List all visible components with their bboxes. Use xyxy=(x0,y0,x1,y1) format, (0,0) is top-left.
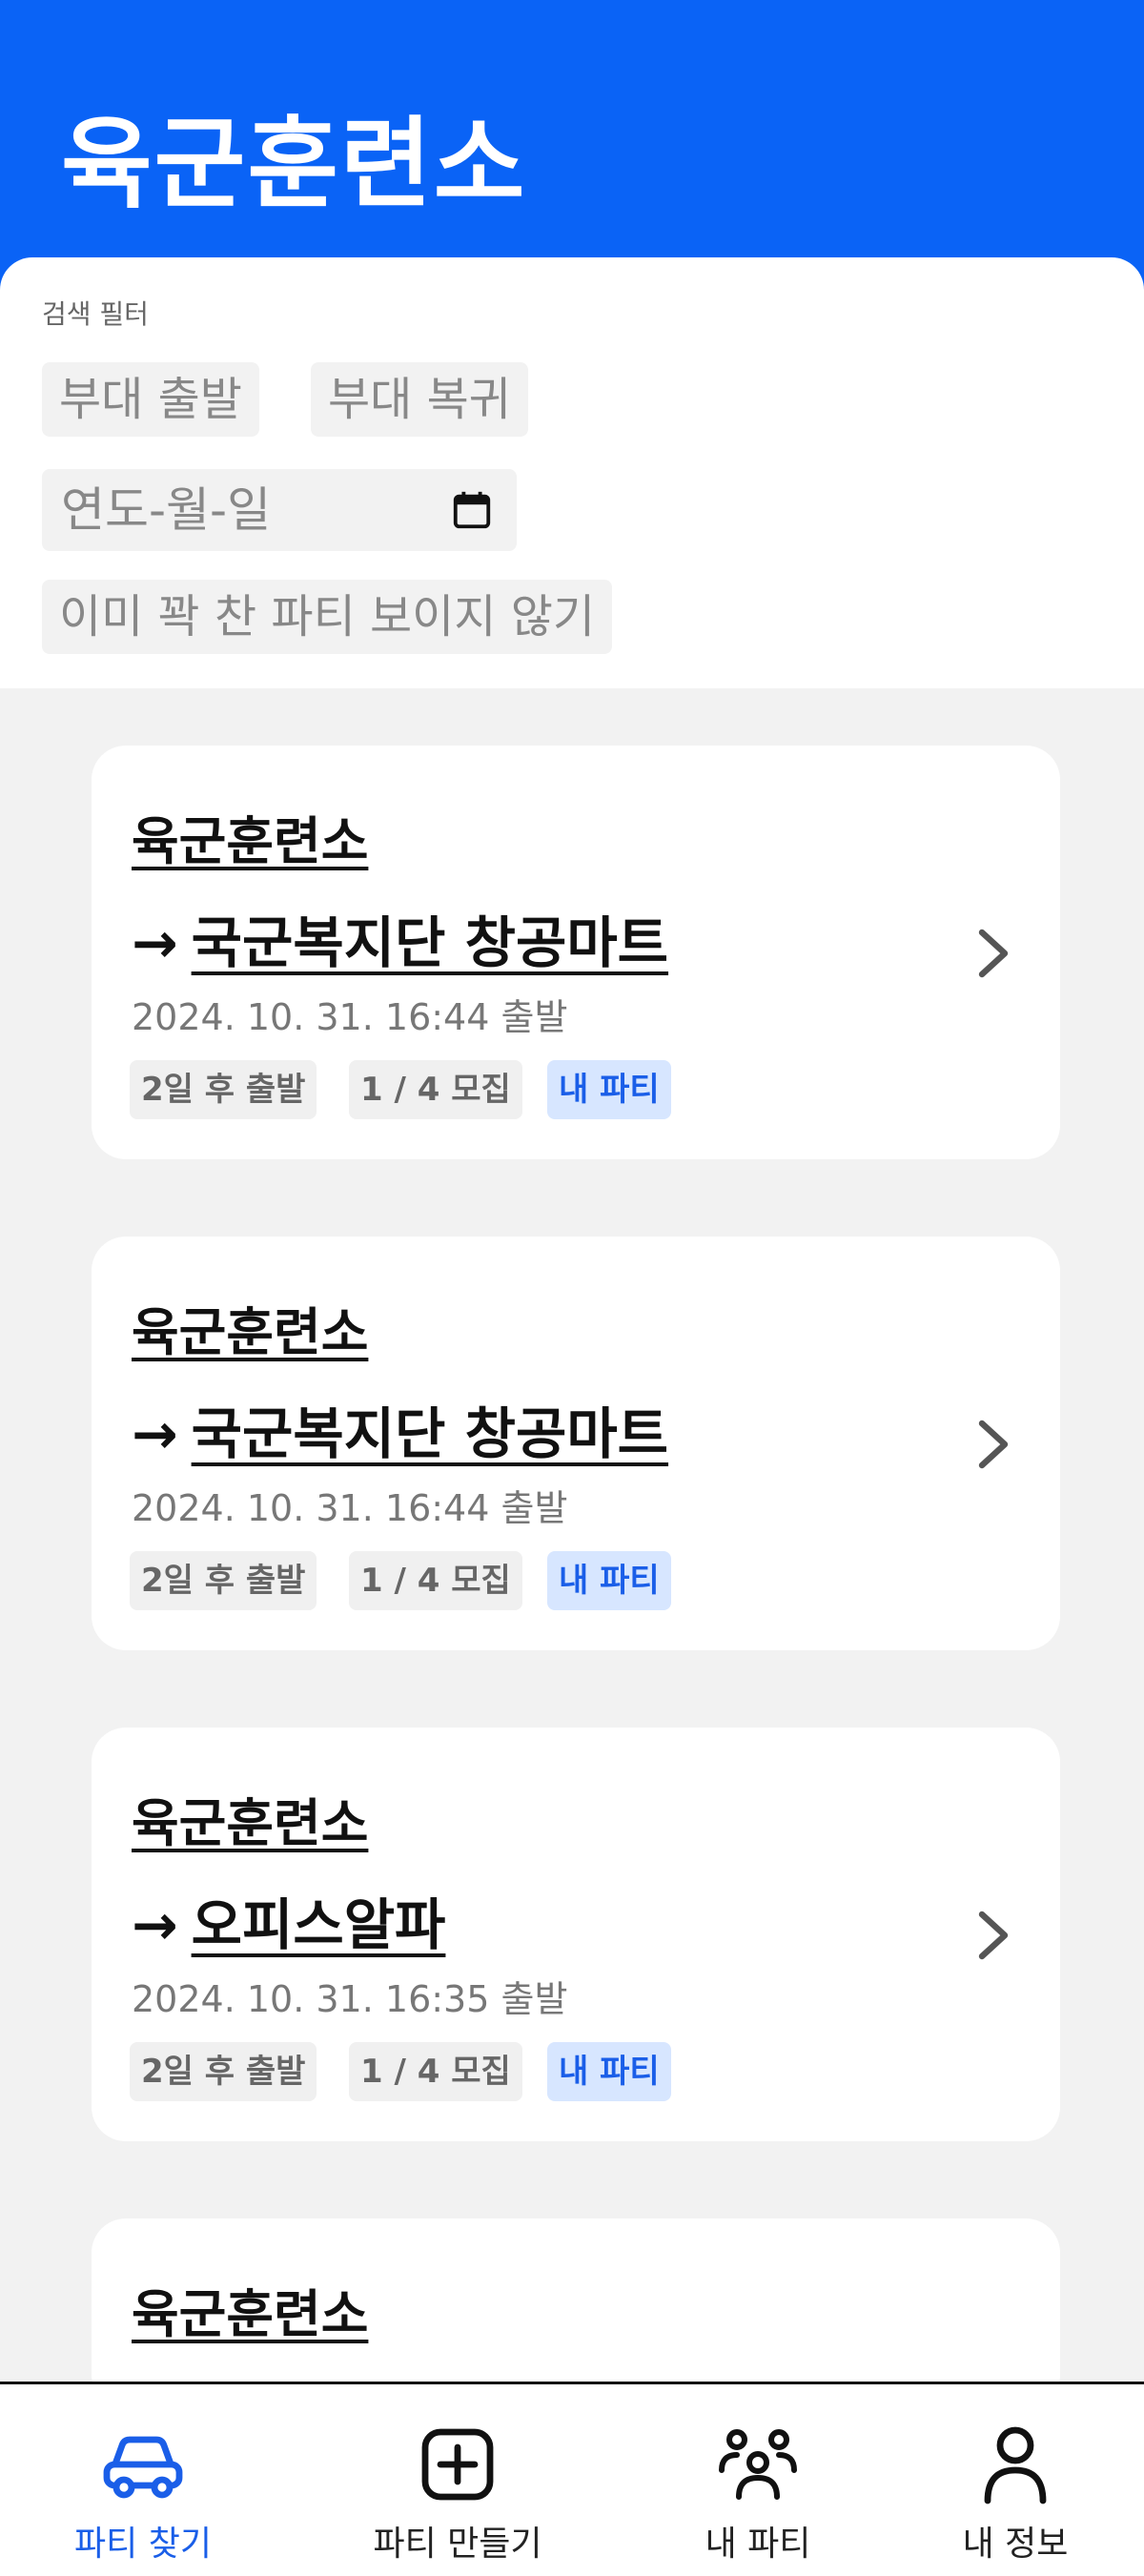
nav-label: 파티 찾기 xyxy=(74,2525,212,2564)
app-header: 육군훈련소 xyxy=(0,0,1144,296)
page-title: 육군훈련소 xyxy=(61,106,527,222)
card-destination-row: → 국군복지단 창공마트 xyxy=(132,898,668,978)
chevron-right-icon xyxy=(978,929,1009,978)
nav-create-party[interactable]: 파티 만들기 xyxy=(315,2384,601,2576)
nav-my-info[interactable]: 내 정보 xyxy=(887,2384,1144,2576)
return-filter-chip[interactable]: 부대 복귀 xyxy=(311,362,528,437)
date-placeholder: 연도-월-일 xyxy=(61,482,272,538)
arrow-right-icon: → xyxy=(132,910,178,975)
nav-label: 내 정보 xyxy=(962,2525,1069,2564)
card-datetime: 2024. 10. 31. 16:35 출발 xyxy=(132,1978,568,2020)
card-destination: 국군복지단 창공마트 xyxy=(191,1401,669,1466)
date-input[interactable]: 연도-월-일 xyxy=(42,469,517,551)
party-card[interactable]: 육군훈련소 xyxy=(92,2218,1060,2409)
arrow-right-icon: → xyxy=(132,1401,178,1466)
search-filter-panel: 검색 필터 부대 출발 부대 복귀 연도-월-일 이미 꽉 찬 파티 보이지 않… xyxy=(0,257,1144,688)
person-icon xyxy=(984,2426,1047,2504)
my-party-badge: 내 파티 xyxy=(547,2042,671,2101)
plus-square-icon xyxy=(421,2428,494,2501)
departure-countdown-badge: 2일 후 출발 xyxy=(130,2042,317,2101)
recruit-count-badge: 1 / 4 모집 xyxy=(349,1060,522,1119)
arrow-right-icon: → xyxy=(132,1892,178,1957)
card-origin: 육군훈련소 xyxy=(132,1302,369,1362)
party-card[interactable]: 육군훈련소 → 국군복지단 창공마트 2024. 10. 31. 16:44 출발… xyxy=(92,746,1060,1159)
nav-my-party[interactable]: 내 파티 xyxy=(615,2384,901,2576)
bottom-nav: 파티 찾기 파티 만들기 내 파티 내 정보 xyxy=(0,2382,1144,2576)
recruit-count-badge: 1 / 4 모집 xyxy=(349,1551,522,1610)
car-icon xyxy=(103,2436,183,2499)
departure-countdown-badge: 2일 후 출발 xyxy=(130,1551,317,1610)
calendar-icon[interactable] xyxy=(450,488,494,532)
card-destination-row: → 오피스알파 xyxy=(132,1880,445,1960)
card-destination: 국군복지단 창공마트 xyxy=(191,910,669,975)
card-origin: 육군훈련소 xyxy=(132,811,369,871)
recruit-count-badge: 1 / 4 모집 xyxy=(349,2042,522,2101)
departure-filter-chip[interactable]: 부대 출발 xyxy=(42,362,259,437)
card-origin: 육군훈련소 xyxy=(132,1793,369,1853)
chevron-right-icon xyxy=(978,1911,1009,1960)
filter-label: 검색 필터 xyxy=(42,298,149,330)
party-card[interactable]: 육군훈련소 → 국군복지단 창공마트 2024. 10. 31. 16:44 출발… xyxy=(92,1237,1060,1650)
party-card[interactable]: 육군훈련소 → 오피스알파 2024. 10. 31. 16:35 출발 2일 후… xyxy=(92,1728,1060,2141)
card-origin: 육군훈련소 xyxy=(132,2284,369,2344)
hide-full-parties-toggle[interactable]: 이미 꽉 찬 파티 보이지 않기 xyxy=(42,580,613,654)
card-destination: 오피스알파 xyxy=(191,1892,446,1957)
chevron-right-icon xyxy=(978,1420,1009,1469)
departure-countdown-badge: 2일 후 출발 xyxy=(130,1060,317,1119)
my-party-badge: 내 파티 xyxy=(547,1551,671,1610)
my-party-badge: 내 파티 xyxy=(547,1060,671,1119)
nav-label: 파티 만들기 xyxy=(373,2525,542,2564)
nav-find-party[interactable]: 파티 찾기 xyxy=(0,2384,286,2576)
card-datetime: 2024. 10. 31. 16:44 출발 xyxy=(132,996,568,1038)
card-datetime: 2024. 10. 31. 16:44 출발 xyxy=(132,1487,568,1529)
group-icon xyxy=(719,2429,797,2500)
card-destination-row: → 국군복지단 창공마트 xyxy=(132,1389,668,1469)
nav-label: 내 파티 xyxy=(705,2525,811,2564)
